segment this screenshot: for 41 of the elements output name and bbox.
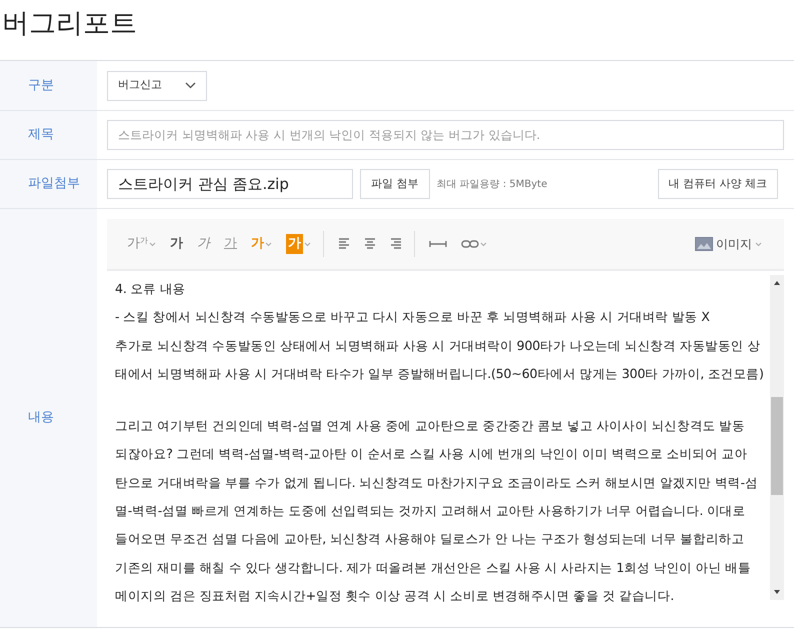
chevron-down-icon [185,82,196,89]
align-left-icon [338,238,350,250]
bold-button[interactable]: 가 [166,232,187,256]
subject-input[interactable]: 스트라이커 뇌명벽해파 사용 시 번개의 낙인이 적용되지 않는 버그가 있습니다. [107,120,784,150]
text-line: 멸-벽력-섬멸 빠르게 연계하는 도중에 선입력되는 것까지 고려해서 교아탄 사용하기가 너무 어렵습니다. 이대로 [115,502,746,520]
text-line: 메이지의 검은 징표처럼 지속시간+일정 횟수 이상 공격 시 소비로 변경해주시면 좋을 것 같습니다. [115,586,675,605]
field-label: 구분 [28,76,54,95]
attach-file-button[interactable]: 파일 첨부 [360,169,430,199]
align-right-icon [390,238,402,250]
category-select[interactable]: 버그신고 [107,70,207,100]
image-button[interactable]: 이미지 [689,234,768,254]
spec-check-button[interactable]: 내 컴퓨터 사양 체크 [658,169,778,199]
link-icon [461,238,479,250]
image-icon [695,237,713,251]
text-line: - 스킬 창에서 뇌신창격 수동발동으로 바꾸고 다시 자동으로 바꾼 후 뇌명벽해파 사용 시 거대벼락 발동 X [115,308,711,326]
text-line: 탄으로 거대벼락을 부를 수가 없게 됩니다. 뇌신창격도 마찬가지구요 조금이라도 스커 해보시면 알겠지만 벽력-섬 [115,474,759,492]
scrollbar-thumb[interactable] [771,397,783,495]
text-line: 들어오면 무조건 섬멸 다음에 교아탄, 뇌신창격 사용해야 딜로스가 안 나는 구조가 형성되는데 너무 불합리하고 [115,530,746,548]
text-line: 그리고 여기부턴 건의인데 벽력-섬멸 연계 사용 중에 교아탄으로 중간중간 콤보 넣고 사이사이 뇌신창격도 발동 [115,417,746,436]
text-line: 4. 오류 내용 [115,280,186,298]
scroll-down-icon[interactable] [773,588,781,596]
field-label: 내용 [28,409,54,428]
field-label: 제목 [28,126,54,144]
scroll-up-icon[interactable] [773,279,781,287]
caret-icon [304,242,311,246]
scrollbar[interactable] [770,275,784,600]
text-line: 되잖아요? 그런데 벽력-섬멸-벽력-교아탄 이 순서로 스킬 사용 시에 번개의 낙인이 이미 벽력으로 소비되어 교아 [115,445,748,464]
horizontal-line-icon [429,238,447,250]
caret-icon [149,242,156,246]
caret-icon [265,242,272,246]
text-line: 기존의 재미를 해칠 수 있다 생각합니다. 제가 떠올려본 개선안은 스킬 사용 시 사라지는 1회성 낙인이 아닌 배틀 [115,558,752,577]
text-line: 태에서 뇌명벽해파 사용 시 거대벼락 타수가 일부 증발해버립니다.(50~60타에서 많게는 300타 가까이, 조건모름) [115,364,765,383]
font-size-button[interactable]: 가$^{가}$ [123,232,160,256]
file-size-note: 최대 파일용량 : 5MByte [436,178,548,192]
align-center-icon [364,238,376,250]
field-label: 파일첨부 [28,175,80,194]
text-line: 추가로 뇌신창격 수동발동인 상태에서 뇌명벽해파 사용 시 거대벼락이 900타가 나오는데 뇌신창격 자동발동인 상 [115,336,762,355]
file-name-field[interactable]: 스트라이커 관심 좀요.zip [107,169,353,199]
caret-icon [480,242,487,246]
page-title: 버그리포트 [2,7,138,41]
caret-icon [755,242,762,246]
